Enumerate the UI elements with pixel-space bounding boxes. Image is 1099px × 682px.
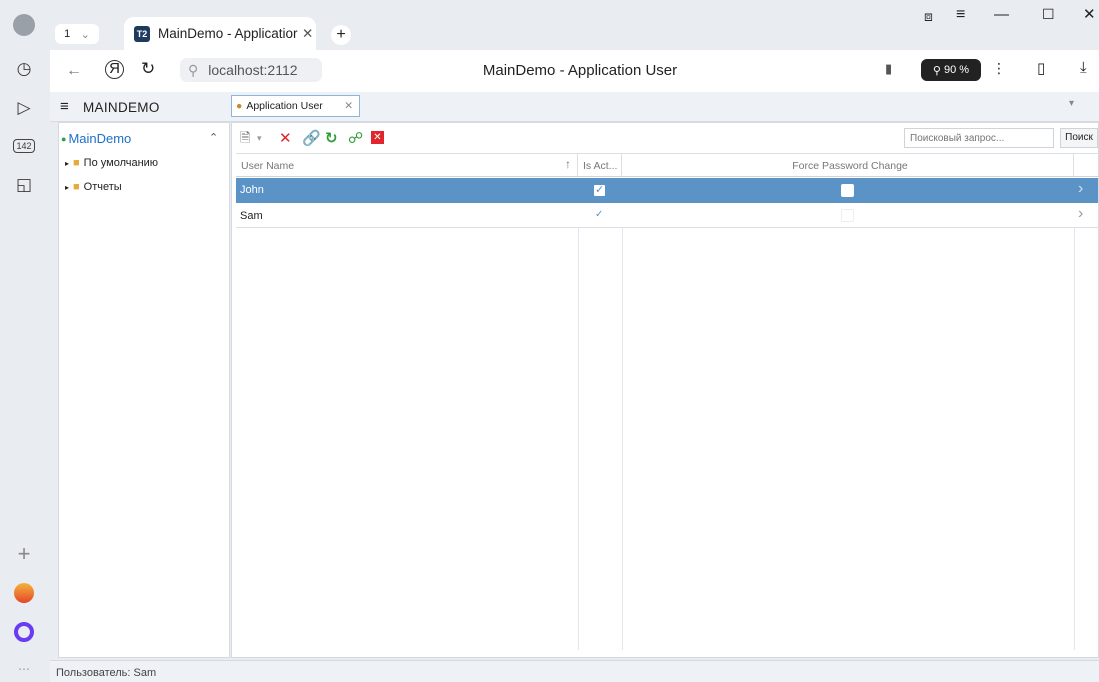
doc-tab[interactable]: ● Application User ✕ (231, 95, 360, 117)
tab-title: MainDemo - Applicatior (158, 26, 298, 41)
status-text: Пользователь: Sam (56, 667, 157, 679)
navigation-panel: ● MainDemo ⌃ ▸ ■ По умолчанию ▸ ■ Отчеты (58, 122, 230, 658)
url-text: localhost:2112 (208, 62, 298, 78)
more-options-icon[interactable]: ⋮ (992, 60, 1006, 77)
minimize-icon[interactable]: — (994, 6, 1009, 23)
column-divider (1074, 228, 1075, 650)
is-active-checkbox[interactable]: ✓ (593, 184, 606, 197)
refresh-icon[interactable]: ↻ (325, 129, 338, 147)
screenshot-icon[interactable]: ◱ (11, 172, 37, 198)
page-title: MainDemo - Application User (482, 62, 678, 79)
chevron-down-icon: ⌄ (80, 28, 90, 41)
zoom-icon: ⚲ (932, 64, 941, 77)
new-document-icon[interactable]: 🗎 (240, 129, 250, 151)
address-bar: ← Я ↻ ⚲ localhost:2112 MainDemo - Applic… (50, 50, 1099, 92)
col-force-password-change[interactable]: Force Password Change (622, 154, 1074, 176)
reload-icon[interactable]: ↻ (141, 59, 155, 79)
new-dropdown-icon[interactable]: ▾ (257, 133, 262, 144)
zoom-indicator[interactable]: ⚲ 90 % (921, 59, 981, 81)
status-bar: Пользователь: Sam (50, 660, 1099, 682)
data-grid: User Name ↑ Is Act... Force Password Chan… (236, 153, 1098, 653)
badge-count: 142 (13, 139, 35, 153)
col-label: User Name (241, 160, 295, 172)
tab-group-button[interactable]: 1 ⌄ (55, 24, 99, 44)
close-doc-tab-icon[interactable]: ✕ (344, 100, 353, 112)
menu-icon[interactable]: ≡ (956, 6, 965, 24)
link-icon[interactable]: 🔗 (302, 129, 321, 147)
collapse-icon[interactable]: ⌃ (209, 131, 218, 144)
mail-app-icon[interactable] (11, 580, 37, 606)
column-divider (578, 228, 579, 650)
status-dot-icon: ● (61, 133, 67, 144)
is-active-check-icon[interactable]: ✓ (595, 209, 603, 220)
hamburger-icon[interactable]: ≡ (60, 98, 69, 115)
yandex-icon[interactable]: Я (105, 60, 124, 79)
sort-asc-icon: ↑ (565, 157, 571, 171)
collections-icon[interactable]: ⧈ (924, 8, 933, 25)
force-change-checkbox[interactable] (841, 209, 854, 222)
nav-item-label: По умолчанию (83, 157, 159, 169)
browser-window: ◷ ▷ 142 ◱ + ⋯ 1 ⌄ T2 MainDemo - Applicati… (0, 0, 1099, 682)
cell-user-name: John (240, 184, 264, 196)
url-pill[interactable]: ⚲ localhost:2112 (180, 58, 322, 82)
new-tab-icon[interactable]: + (331, 25, 351, 45)
expand-icon: ▸ (65, 158, 70, 168)
table-row[interactable]: John ✓ › (236, 178, 1098, 203)
bookmark-icon[interactable]: ▮ (885, 61, 892, 77)
row-detail-icon[interactable]: › (1078, 205, 1083, 223)
tab-active[interactable]: T2 MainDemo - Applicatior ✕ (124, 17, 316, 50)
delete-icon[interactable]: ✕ (279, 129, 292, 147)
col-is-active[interactable]: Is Act... (578, 154, 622, 176)
app-brand: MAINDEMO (83, 100, 160, 115)
alice-assistant-icon[interactable] (11, 619, 37, 645)
favicon-icon: T2 (134, 25, 150, 42)
more-icon[interactable]: ⋯ (11, 656, 37, 682)
extension-icon[interactable]: ▯ (1037, 59, 1045, 77)
play-icon[interactable]: ▷ (11, 95, 37, 121)
delete-box-icon[interactable]: ✕ (371, 131, 384, 144)
row-detail-icon[interactable]: › (1078, 180, 1083, 198)
nav-item-label: Отчеты (83, 181, 122, 193)
tab-count: 1 (64, 28, 71, 40)
grid-header: User Name ↑ Is Act... Force Password Chan… (236, 154, 1098, 177)
app-header: ≡ MAINDEMO ● Application User ✕ ▾ (50, 92, 1099, 122)
search-input[interactable] (904, 128, 1054, 148)
zoom-value: 90 % (943, 64, 970, 76)
search-button[interactable]: Поиск (1060, 128, 1098, 148)
add-icon[interactable]: + (11, 541, 37, 567)
nav-root[interactable]: ● MainDemo (61, 131, 131, 146)
folder-icon: ■ (73, 157, 80, 169)
folder-icon: ■ (73, 181, 80, 193)
users-icon: ● (236, 100, 243, 112)
close-tab-icon[interactable]: ✕ (302, 26, 313, 42)
expand-icon: ▸ (65, 182, 70, 192)
profile-avatar-icon[interactable] (13, 14, 35, 36)
nav-item-default[interactable]: ▸ ■ По умолчанию (65, 157, 158, 169)
nav-root-label: MainDemo (68, 131, 132, 146)
badge-icon[interactable]: 142 (11, 133, 37, 159)
main-panel: 🗎 ▾ ✕ 🔗 ↻ ☍ ✕ Поиск User Name ↑ Is Act...… (231, 122, 1099, 658)
back-icon[interactable]: ← (66, 62, 82, 80)
nav-item-reports[interactable]: ▸ ■ Отчеты (65, 181, 122, 193)
col-user-name[interactable]: User Name ↑ (236, 154, 578, 176)
force-change-checkbox[interactable] (841, 184, 854, 197)
browser-sidebar: ◷ ▷ 142 ◱ + ⋯ (0, 0, 50, 682)
column-divider (622, 228, 623, 650)
download-icon[interactable]: ⤓ (1080, 59, 1087, 76)
maximize-icon[interactable]: ☐ (1042, 6, 1055, 23)
doc-tab-label: Application User (246, 100, 323, 112)
tab-strip: 1 ⌄ T2 MainDemo - Applicatior ✕ + ⧈ ≡ — ☐… (50, 0, 1099, 50)
toolbar: 🗎 ▾ ✕ 🔗 ↻ ☍ ✕ Поиск (232, 123, 1098, 153)
history-icon[interactable]: ◷ (11, 56, 37, 82)
table-row[interactable]: Sam ✓ › (236, 203, 1098, 228)
tabs-dropdown-icon[interactable]: ▾ (1069, 98, 1074, 109)
site-info-icon[interactable]: ⚲ (188, 62, 198, 79)
link-green-icon[interactable]: ☍ (348, 129, 363, 147)
cell-user-name: Sam (240, 210, 263, 222)
close-window-icon[interactable]: ✕ (1083, 5, 1096, 23)
